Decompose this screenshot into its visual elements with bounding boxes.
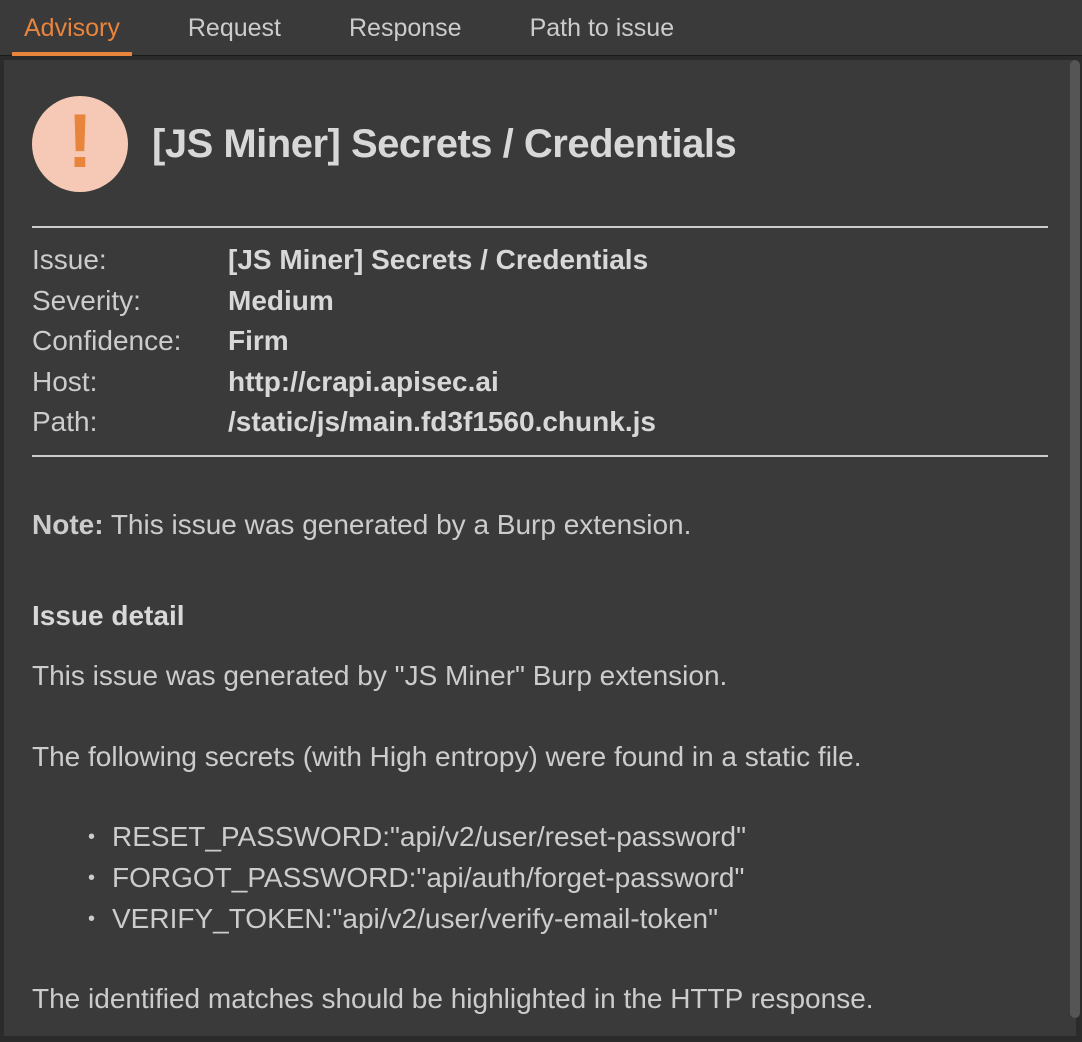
list-item: RESET_PASSWORD:"api/v2/user/reset-passwo… (112, 817, 1048, 858)
list-item: FORGOT_PASSWORD:"api/auth/forget-passwor… (112, 858, 1048, 899)
meta-row-confidence: Confidence: Firm (32, 321, 1048, 362)
tab-request[interactable]: Request (176, 0, 293, 55)
note-label: Note: (32, 509, 104, 540)
advisory-panel: ! [JS Miner] Secrets / Credentials Issue… (4, 60, 1076, 1036)
divider (32, 455, 1048, 457)
warning-icon: ! (32, 96, 128, 192)
detail-line: This issue was generated by "JS Miner" B… (32, 656, 1048, 697)
scrollbar[interactable] (1070, 60, 1080, 1038)
meta-label: Severity: (32, 281, 228, 322)
meta-label: Host: (32, 362, 228, 403)
meta-label: Path: (32, 402, 228, 443)
meta-row-issue: Issue: [JS Miner] Secrets / Credentials (32, 240, 1048, 281)
meta-value: [JS Miner] Secrets / Credentials (228, 240, 648, 281)
meta-row-host: Host: http://crapi.apisec.ai (32, 362, 1048, 403)
issue-meta-table: Issue: [JS Miner] Secrets / Credentials … (32, 240, 1048, 443)
meta-value: Firm (228, 321, 289, 362)
note-text: Note: This issue was generated by a Burp… (32, 505, 1048, 544)
tab-bar: Advisory Request Response Path to issue (0, 0, 1082, 56)
meta-row-path: Path: /static/js/main.fd3f1560.chunk.js (32, 402, 1048, 443)
meta-value: Medium (228, 281, 334, 322)
scrollbar-thumb[interactable] (1070, 60, 1080, 1018)
list-item: VERIFY_TOKEN:"api/v2/user/verify-email-t… (112, 899, 1048, 940)
meta-row-severity: Severity: Medium (32, 281, 1048, 322)
divider (32, 226, 1048, 228)
note-body: This issue was generated by a Burp exten… (104, 509, 692, 540)
meta-value: http://crapi.apisec.ai (228, 362, 499, 403)
secrets-list: RESET_PASSWORD:"api/v2/user/reset-passwo… (32, 817, 1048, 939)
tab-path-to-issue[interactable]: Path to issue (518, 0, 687, 55)
detail-line: The following secrets (with High entropy… (32, 737, 1048, 778)
tab-response[interactable]: Response (337, 0, 474, 55)
tab-advisory[interactable]: Advisory (12, 0, 132, 55)
meta-label: Confidence: (32, 321, 228, 362)
meta-label: Issue: (32, 240, 228, 281)
issue-title: [JS Miner] Secrets / Credentials (152, 122, 736, 167)
meta-value: /static/js/main.fd3f1560.chunk.js (228, 402, 656, 443)
issue-detail-heading: Issue detail (32, 600, 1048, 632)
detail-line: The identified matches should be highlig… (32, 979, 1048, 1020)
